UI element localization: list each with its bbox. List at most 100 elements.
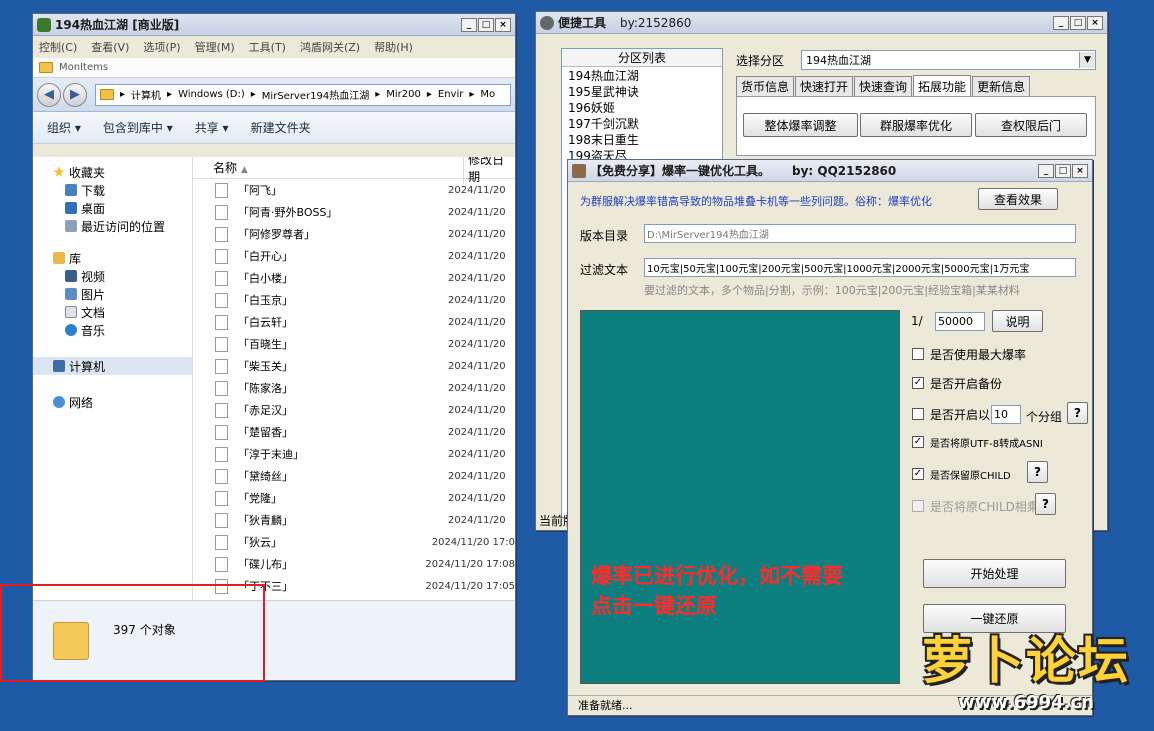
minimize-button[interactable]: _ bbox=[1038, 163, 1054, 178]
group-help-button[interactable]: ? bbox=[1067, 402, 1088, 424]
menu-tools[interactable]: 工具(T) bbox=[249, 39, 286, 55]
file-row[interactable]: 「狄青麟」 2024/11/20 bbox=[193, 509, 515, 531]
menu-help[interactable]: 帮助(H) bbox=[374, 39, 413, 55]
file-row[interactable]: 「白小楼」 2024/11/20 bbox=[193, 267, 515, 289]
partition-item[interactable]: 198末日重生 bbox=[562, 131, 722, 147]
crumb-envir[interactable]: Envir bbox=[438, 89, 463, 100]
nav-favorites[interactable]: 收藏夹 bbox=[33, 163, 192, 181]
maximize-button[interactable]: □ bbox=[478, 17, 494, 32]
close-button[interactable]: × bbox=[495, 17, 511, 32]
filter-input[interactable]: 10元宝|50元宝|100元宝|200元宝|500元宝|1000元宝|2000元… bbox=[644, 258, 1076, 277]
partition-item[interactable]: 194热血江湖 bbox=[562, 67, 722, 83]
tab-quick-open[interactable]: 快速打开 bbox=[795, 76, 854, 96]
menu-view[interactable]: 查看(V) bbox=[91, 39, 129, 55]
include-library-button[interactable]: 包含到库中 ▾ bbox=[103, 119, 173, 136]
minimize-button[interactable]: _ bbox=[461, 17, 477, 32]
checkbox-disabled[interactable] bbox=[912, 500, 924, 512]
nav-videos[interactable]: 视频 bbox=[33, 267, 192, 285]
menu-control[interactable]: 控制(C) bbox=[39, 39, 77, 55]
group-option[interactable]: 是否开启以 bbox=[912, 404, 990, 424]
crumb-server[interactable]: MirServer194热血江湖 bbox=[262, 87, 369, 102]
tab-currency[interactable]: 货币信息 bbox=[736, 76, 795, 96]
menu-gateway[interactable]: 鸿盾网关(Z) bbox=[300, 39, 360, 55]
organize-button[interactable]: 组织 ▾ bbox=[47, 119, 81, 136]
child-help-button[interactable]: ? bbox=[1027, 461, 1048, 483]
keep-child-option[interactable]: ✓ 是否保留原CHILD bbox=[912, 464, 1011, 484]
ratio-input[interactable]: 50000 bbox=[935, 312, 985, 331]
file-row[interactable]: 「白开心」 2024/11/20 bbox=[193, 245, 515, 267]
restore-button[interactable]: 一键还原 bbox=[923, 604, 1066, 633]
address-bar[interactable]: ▸ 计算机 ▸ Windows (D:) ▸ MirServer194热血江湖 … bbox=[95, 83, 511, 106]
backup-option[interactable]: ✓ 是否开启备份 bbox=[912, 373, 1002, 393]
menu-manage[interactable]: 管理(M) bbox=[195, 39, 235, 55]
close-button[interactable]: × bbox=[1087, 15, 1103, 30]
column-name[interactable]: 名称 ▲ bbox=[193, 159, 463, 176]
dialog-titlebar[interactable]: 【免费分享】爆率一键优化工具。 by: QQ2152860 _ □ × bbox=[568, 160, 1092, 182]
nav-desktop[interactable]: 桌面 bbox=[33, 199, 192, 217]
crumb-computer[interactable]: 计算机 bbox=[131, 87, 161, 102]
file-row[interactable]: 「百晓生」 2024/11/20 bbox=[193, 333, 515, 355]
partition-item[interactable]: 196妖姬 bbox=[562, 99, 722, 115]
file-row[interactable]: 「碟儿布」 2024/11/20 17:08 bbox=[193, 553, 515, 575]
partition-item[interactable]: 197千剑沉默 bbox=[562, 115, 722, 131]
explorer-titlebar[interactable]: 194热血江湖 [商业版] _ □ × bbox=[33, 14, 515, 36]
crumb-mo[interactable]: Mo bbox=[480, 89, 495, 100]
overall-rate-button[interactable]: 整体爆率调整 bbox=[743, 113, 858, 137]
nav-pictures[interactable]: 图片 bbox=[33, 285, 192, 303]
view-effect-button[interactable]: 查看效果 bbox=[978, 188, 1058, 210]
file-row[interactable]: 「白云轩」 2024/11/20 bbox=[193, 311, 515, 333]
nav-documents[interactable]: 文档 bbox=[33, 303, 192, 321]
checkbox-checked[interactable]: ✓ bbox=[912, 436, 924, 448]
file-row[interactable]: 「楚留香」 2024/11/20 bbox=[193, 421, 515, 443]
check-backdoor-button[interactable]: 查权限后门 bbox=[975, 113, 1087, 137]
dir-input[interactable]: D:\MirServer194热血江湖 bbox=[644, 224, 1076, 243]
nav-recent[interactable]: 最近访问的位置 bbox=[33, 217, 192, 235]
file-row[interactable]: 「党隆」 2024/11/20 bbox=[193, 487, 515, 509]
utf8-option[interactable]: ✓ 是否将原UTF-8转成ASNI bbox=[912, 432, 1043, 452]
nav-libraries[interactable]: 库 bbox=[33, 249, 192, 267]
tool-titlebar[interactable]: 便捷工具 by:2152860 _ □ × bbox=[536, 12, 1107, 34]
file-row[interactable]: 「陈家洛」 2024/11/20 bbox=[193, 377, 515, 399]
child-multiply-help-button[interactable]: ? bbox=[1035, 493, 1056, 515]
tab-updates[interactable]: 更新信息 bbox=[972, 76, 1031, 96]
child-multiply-option[interactable]: 是否将原CHILD相乘 bbox=[912, 496, 1039, 516]
checkbox-checked[interactable]: ✓ bbox=[912, 377, 924, 389]
maximize-button[interactable]: □ bbox=[1070, 15, 1086, 30]
column-date[interactable]: 修改日期 bbox=[463, 157, 515, 185]
nav-music[interactable]: 音乐 bbox=[33, 321, 192, 339]
crumb-drive[interactable]: Windows (D:) bbox=[178, 89, 245, 100]
file-row[interactable]: 「赤足汉」 2024/11/20 bbox=[193, 399, 515, 421]
file-row[interactable]: 「阿修罗尊者」 2024/11/20 bbox=[193, 223, 515, 245]
minimize-button[interactable]: _ bbox=[1053, 15, 1069, 30]
partition-item[interactable]: 195星武神诀 bbox=[562, 83, 722, 99]
file-row[interactable]: 「柴玉关」 2024/11/20 bbox=[193, 355, 515, 377]
file-row[interactable]: 「阿青·野外BOSS」 2024/11/20 bbox=[193, 201, 515, 223]
group-rate-optimize-button[interactable]: 群服爆率优化 bbox=[860, 113, 972, 137]
max-rate-option[interactable]: 是否使用最大爆率 bbox=[912, 344, 1026, 364]
crumb-mir200[interactable]: Mir200 bbox=[386, 89, 421, 100]
menu-options[interactable]: 选项(P) bbox=[143, 39, 180, 55]
nav-downloads[interactable]: 下载 bbox=[33, 181, 192, 199]
explain-button[interactable]: 说明 bbox=[992, 310, 1043, 332]
close-button[interactable]: × bbox=[1072, 163, 1088, 178]
chevron-down-icon[interactable]: ▼ bbox=[1079, 52, 1095, 68]
tab-extensions[interactable]: 拓展功能 bbox=[913, 75, 972, 97]
forward-button[interactable]: ▶ bbox=[63, 82, 87, 107]
file-row[interactable]: 「黛绮丝」 2024/11/20 bbox=[193, 465, 515, 487]
checkbox[interactable] bbox=[912, 348, 924, 360]
new-folder-button[interactable]: 新建文件夹 bbox=[251, 119, 311, 136]
back-button[interactable]: ◀ bbox=[37, 82, 61, 107]
maximize-button[interactable]: □ bbox=[1055, 163, 1071, 178]
share-button[interactable]: 共享 ▾ bbox=[195, 119, 229, 136]
nav-network[interactable]: 网络 bbox=[33, 393, 192, 411]
file-row[interactable]: 「狄云」 2024/11/20 17:0 bbox=[193, 531, 515, 553]
group-count-input[interactable]: 10 bbox=[991, 405, 1021, 424]
file-row[interactable]: 「白玉京」 2024/11/20 bbox=[193, 289, 515, 311]
file-row[interactable]: 「淳于末迪」 2024/11/20 bbox=[193, 443, 515, 465]
start-process-button[interactable]: 开始处理 bbox=[923, 559, 1066, 588]
tab-quick-query[interactable]: 快速查询 bbox=[854, 76, 913, 96]
partition-select[interactable]: 194热血江湖 ▼ bbox=[801, 50, 1096, 70]
nav-computer[interactable]: 计算机 bbox=[33, 357, 192, 375]
checkbox[interactable] bbox=[912, 408, 924, 420]
checkbox-checked[interactable]: ✓ bbox=[912, 468, 924, 480]
